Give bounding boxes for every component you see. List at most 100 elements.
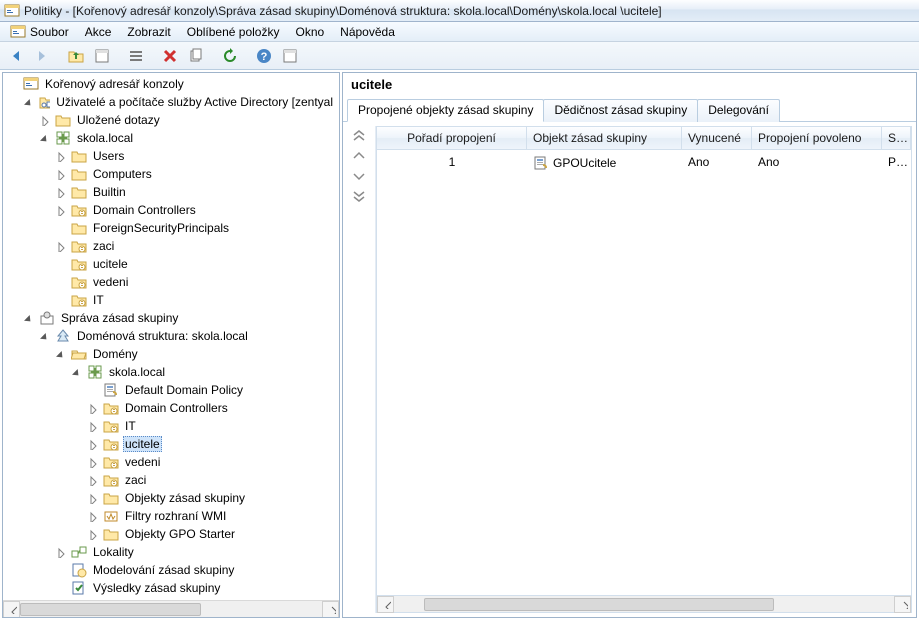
refresh-icon [222,48,238,64]
tree-gp-vedeni[interactable]: vedeni [85,453,337,471]
tree-modeling[interactable]: Modelování zásad skupiny [53,561,337,579]
menu-file[interactable]: Soubor [2,22,77,42]
tree-ou-users[interactable]: Users [53,147,337,165]
scroll-right-button[interactable] [894,596,911,613]
help-icon [282,48,298,64]
tree-ou-fsp[interactable]: ForeignSecurityPrincipals [53,219,337,237]
table-row[interactable]: 1 GPOUcitele Ano Ano Povo [377,150,911,176]
sites-icon [71,544,87,560]
menu-favorites[interactable]: Oblíbené položky [179,23,288,41]
scroll-thumb[interactable] [424,598,774,611]
scroll-left-button[interactable] [3,601,20,618]
tab-delegation[interactable]: Delegování [697,99,780,122]
tree-gp-objects[interactable]: Objekty zásad skupiny [85,489,337,507]
expander-closed-icon [87,528,99,540]
tree-ou-builtin[interactable]: Builtin [53,183,337,201]
col-enforced[interactable]: Vynucené [682,127,752,149]
move-up-button[interactable] [348,148,370,164]
expander-closed-icon [87,492,99,504]
tree-ou-it[interactable]: IT [53,291,337,309]
menu-view[interactable]: Zobrazit [119,23,178,41]
ou-icon [71,238,87,254]
ou-icon [71,256,87,272]
col-link-enabled[interactable]: Propojení povoleno [752,127,882,149]
tree-sites[interactable]: Lokality [53,543,337,561]
chevron-right-icon [898,599,908,609]
col-gpo[interactable]: Objekt zásad skupiny [527,127,682,149]
folder-up-icon [68,48,84,64]
list-button[interactable] [124,45,148,67]
col-order[interactable]: Pořadí propojení [377,127,527,149]
scroll-left-button[interactable] [377,596,394,613]
tab-linked-gpos[interactable]: Propojené objekty zásad skupiny [347,99,544,122]
tree-domains[interactable]: Domény [53,345,337,363]
tree-gp-starter[interactable]: Objekty GPO Starter [85,525,337,543]
expander-closed-icon [55,168,67,180]
properties-button[interactable] [90,45,114,67]
tab-inheritance[interactable]: Dědičnost zásad skupiny [543,99,698,122]
tree-hscrollbar[interactable] [3,600,339,617]
move-top-button[interactable] [348,128,370,144]
tab-strip: Propojené objekty zásad skupiny Dědičnos… [343,98,916,122]
chevron-right-icon [326,604,336,614]
table-body[interactable]: 1 GPOUcitele Ano Ano Povo [376,150,912,596]
tree-ou-ucitele[interactable]: ucitele [53,255,337,273]
ou-icon [103,436,119,452]
scroll-track[interactable] [20,601,322,618]
tree-gp-it[interactable]: IT [85,417,337,435]
expander-closed-icon [87,456,99,468]
tree-aduc[interactable]: Uživatelé a počítače služby Active Direc… [21,93,337,111]
tree-saved-queries[interactable]: Uložené dotazy [37,111,337,129]
help-button[interactable] [252,45,276,67]
expander-closed-icon [87,438,99,450]
expander-closed-icon [87,402,99,414]
folder-icon [71,220,87,236]
tree-domain-gp[interactable]: skola.local [69,363,337,381]
folder-icon [71,148,87,164]
delete-button[interactable] [158,45,182,67]
tree-ou-zaci[interactable]: zaci [53,237,337,255]
move-down-button[interactable] [348,168,370,184]
toolbar [0,42,919,70]
tree-domain-ad[interactable]: skola.local [37,129,337,147]
tree-ou-vedeni[interactable]: vedeni [53,273,337,291]
aduc-icon [39,94,50,110]
col-state[interactable]: Stav [882,127,911,149]
tree-ou-computers[interactable]: Computers [53,165,337,183]
tree-ddp[interactable]: Default Domain Policy [85,381,337,399]
expander-closed-icon [87,510,99,522]
tree-gp-zaci[interactable]: zaci [85,471,337,489]
up-button[interactable] [64,45,88,67]
properties-icon [94,48,110,64]
menu-help[interactable]: Nápověda [332,23,403,41]
tree-gp-ucitele[interactable]: ucitele [85,435,337,453]
chevron-left-icon [381,599,391,609]
tree-forest[interactable]: Doménová struktura: skola.local [37,327,337,345]
move-bottom-button[interactable] [348,188,370,204]
tree-results[interactable]: Výsledky zásad skupiny [53,579,337,597]
scroll-track[interactable] [394,596,894,613]
table-hscrollbar[interactable] [376,596,912,613]
tree-pane[interactable]: Kořenový adresář konzoly Uživatelé a poč… [2,72,340,618]
scroll-thumb[interactable] [20,603,201,616]
tree-root[interactable]: Kořenový adresář konzoly [5,75,337,93]
tree-ou-dc[interactable]: Domain Controllers [53,201,337,219]
menu-action[interactable]: Akce [77,23,120,41]
tree-gpm[interactable]: Správa zásad skupiny [21,309,337,327]
help2-button[interactable] [278,45,302,67]
forward-button[interactable] [30,45,54,67]
wmi-icon [103,508,119,524]
cell-enforced: Ano [682,153,752,173]
copy-button[interactable] [184,45,208,67]
expander-open-icon [55,348,67,360]
ou-icon [103,400,119,416]
gpo-table: Pořadí propojení Objekt zásad skupiny Vy… [375,126,912,613]
tree-gp-wmi[interactable]: Filtry rozhraní WMI [85,507,337,525]
menu-window[interactable]: Okno [287,23,332,41]
back-button[interactable] [4,45,28,67]
refresh-button[interactable] [218,45,242,67]
scroll-right-button[interactable] [322,601,339,618]
delete-icon [162,48,178,64]
expander-open-icon [39,132,51,144]
tree-gp-dc[interactable]: Domain Controllers [85,399,337,417]
